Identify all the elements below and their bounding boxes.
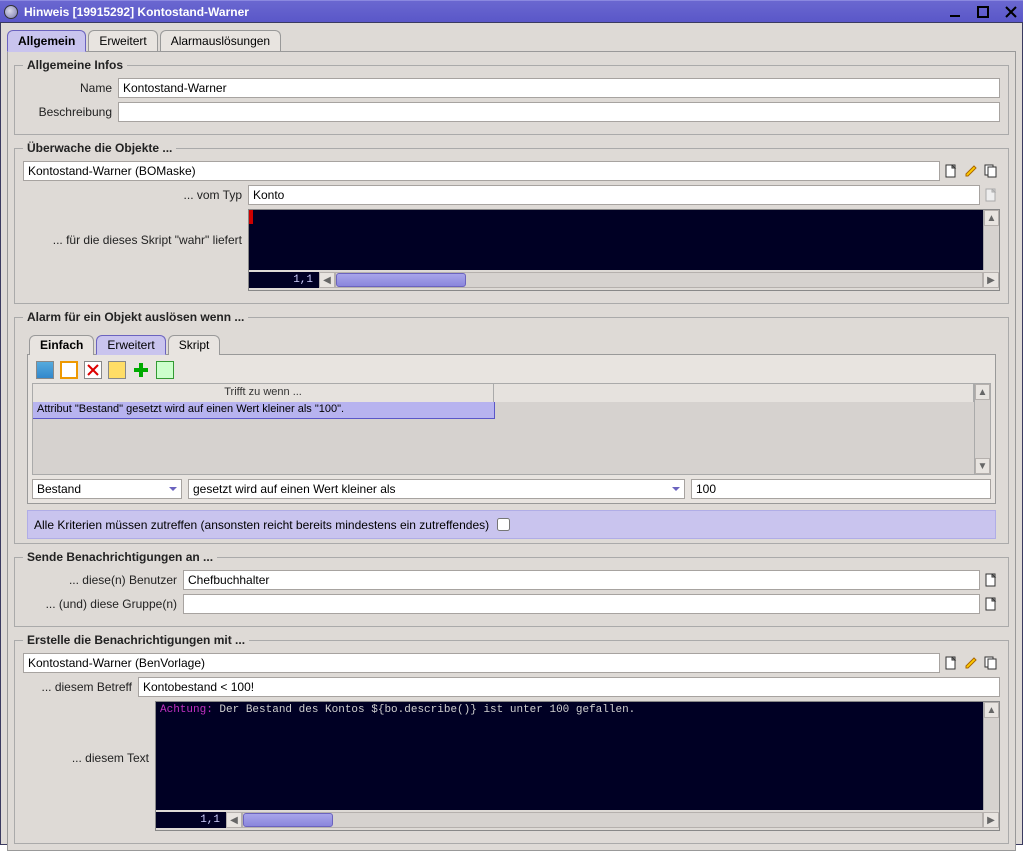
table-header-trifft[interactable]: Trifft zu wenn ...	[33, 384, 494, 402]
hscroll-left[interactable]: ◀	[319, 272, 335, 288]
criteria-vscroll-down[interactable]: ▼	[975, 458, 990, 474]
text-keyword: Achtung:	[160, 704, 213, 716]
calendar-icon[interactable]	[60, 361, 78, 379]
betreff-input[interactable]	[138, 677, 1000, 697]
print-icon[interactable]	[108, 361, 126, 379]
doc-icon[interactable]	[982, 595, 1000, 613]
text-editor-content: Achtung: Der Bestand des Kontos ${bo.des…	[156, 702, 999, 718]
section-ueberwache: Überwache die Objekte ... ... vom Typ ..…	[14, 141, 1009, 304]
combo-operator[interactable]: gesetzt wird auf einen Wert kleiner als	[188, 479, 685, 499]
criteria-condition-row: Bestand gesetzt wird auf einen Wert klei…	[32, 479, 991, 499]
criteria-vscroll-up[interactable]: ▲	[975, 384, 990, 400]
vscroll-up[interactable]: ▲	[984, 210, 999, 226]
pencil-icon[interactable]	[962, 162, 980, 180]
text-vscrollbar[interactable]: ▲	[983, 702, 999, 810]
alarm-inner-tabs: Einfach Erweitert Skript	[29, 334, 1000, 354]
criteria-checkbox[interactable]	[497, 518, 510, 531]
section-allgemeine-infos: Allgemeine Infos Name Beschreibung	[14, 58, 1009, 135]
grid-icon[interactable]	[36, 361, 54, 379]
legend-monitor: Überwache die Objekte ...	[23, 141, 176, 155]
window-body: Allgemein Erweitert Alarmauslösungen All…	[0, 22, 1023, 845]
label-text: ... diesem Text	[23, 701, 155, 765]
doc-icon[interactable]	[982, 571, 1000, 589]
tab-allgemein[interactable]: Allgemein	[7, 30, 86, 52]
text-hscroll-left[interactable]: ◀	[226, 812, 242, 828]
hscroll-thumb[interactable]	[336, 273, 466, 287]
value-input[interactable]	[691, 479, 991, 499]
doc-icon[interactable]	[942, 162, 960, 180]
text-hscroll-right[interactable]: ▶	[983, 812, 999, 828]
gruppen-input[interactable]	[183, 594, 980, 614]
label-beschreibung: Beschreibung	[23, 105, 118, 119]
maximize-button[interactable]	[975, 5, 991, 19]
alarm-inner-panel: Trifft zu wenn ... Attribut "Bestand" ge…	[27, 354, 996, 504]
app-icon	[4, 5, 18, 19]
tab-erweitert[interactable]: Erweitert	[88, 30, 157, 52]
combo-attribute[interactable]: Bestand	[32, 479, 182, 499]
doc-icon[interactable]	[942, 654, 960, 672]
criteria-toolbar	[32, 359, 991, 383]
legend-notify: Sende Benachrichtigungen an ...	[23, 550, 217, 564]
plus-icon[interactable]	[132, 361, 150, 379]
main-content: Allgemeine Infos Name Beschreibung Überw…	[7, 51, 1016, 851]
close-button[interactable]	[1003, 5, 1019, 19]
section-template: Erstelle die Benachrichtigungen mit ... …	[14, 633, 1009, 844]
cursor-mark	[249, 210, 253, 224]
inner-tab-einfach[interactable]: Einfach	[29, 335, 94, 355]
copy-icon[interactable]	[982, 162, 1000, 180]
label-gruppen: ... (und) diese Gruppe(n)	[23, 597, 183, 611]
table-header-empty[interactable]	[494, 384, 974, 402]
window-title: Hinweis [19915292] Kontostand-Warner	[24, 5, 249, 19]
pencil-icon[interactable]	[962, 654, 980, 672]
beschreibung-input[interactable]	[118, 102, 1000, 122]
title-bar: Hinweis [19915292] Kontostand-Warner	[0, 0, 1023, 22]
criteria-tbody: Attribut "Bestand" gesetzt wird auf eine…	[33, 402, 974, 474]
main-tabs: Allgemein Erweitert Alarmauslösungen	[7, 29, 1016, 51]
label-name: Name	[23, 81, 118, 95]
delete-icon[interactable]	[84, 361, 102, 379]
text-hscrollbar[interactable]	[242, 812, 983, 828]
text-hscroll-thumb[interactable]	[243, 813, 333, 827]
script-vscrollbar[interactable]: ▲	[983, 210, 999, 270]
minimize-button[interactable]	[947, 5, 963, 19]
sheet-icon[interactable]	[156, 361, 174, 379]
script-hscrollbar[interactable]	[335, 272, 983, 288]
legend-template: Erstelle die Benachrichtigungen mit ...	[23, 633, 249, 647]
doc-icon-grey[interactable]	[982, 186, 1000, 204]
name-input[interactable]	[118, 78, 1000, 98]
legend-general: Allgemeine Infos	[23, 58, 127, 72]
criteria-note-row: Alle Kriterien müssen zutreffen (ansonst…	[27, 510, 996, 539]
copy-icon[interactable]	[982, 654, 1000, 672]
object-input[interactable]	[23, 161, 940, 181]
text-body: Der Bestand des Kontos ${bo.describe()} …	[213, 704, 635, 716]
text-linecol: 1,1	[156, 812, 226, 828]
criteria-note-text: Alle Kriterien müssen zutreffen (ansonst…	[34, 518, 489, 532]
inner-tab-erweitert[interactable]: Erweitert	[96, 335, 165, 355]
label-vom-typ: ... vom Typ	[23, 188, 248, 202]
inner-tab-skript[interactable]: Skript	[168, 335, 221, 355]
hscroll-right[interactable]: ▶	[983, 272, 999, 288]
criteria-row-1[interactable]: Attribut "Bestand" gesetzt wird auf eine…	[33, 402, 494, 418]
legend-alarm: Alarm für ein Objekt auslösen wenn ...	[23, 310, 248, 324]
section-notify: Sende Benachrichtigungen an ... ... dies…	[14, 550, 1009, 627]
tab-alarmausloesungen[interactable]: Alarmauslösungen	[160, 30, 281, 52]
script-linecol: 1,1	[249, 272, 319, 288]
section-alarm: Alarm für ein Objekt auslösen wenn ... E…	[14, 310, 1009, 544]
criteria-vscrollbar[interactable]: ▲ ▼	[974, 384, 990, 474]
template-input[interactable]	[23, 653, 940, 673]
text-vscroll-up[interactable]: ▲	[984, 702, 999, 718]
typ-input[interactable]	[248, 185, 980, 205]
label-skript-wahr: ... für die dieses Skript "wahr" liefert	[23, 209, 248, 247]
label-benutzer: ... diese(n) Benutzer	[23, 573, 183, 587]
label-betreff: ... diesem Betreff	[23, 680, 138, 694]
text-editor[interactable]: Achtung: Der Bestand des Kontos ${bo.des…	[155, 701, 1000, 831]
criteria-table: Trifft zu wenn ... Attribut "Bestand" ge…	[32, 383, 991, 475]
benutzer-input[interactable]	[183, 570, 980, 590]
script-editor[interactable]: ▲ 1,1 ◀ ▶	[248, 209, 1000, 291]
